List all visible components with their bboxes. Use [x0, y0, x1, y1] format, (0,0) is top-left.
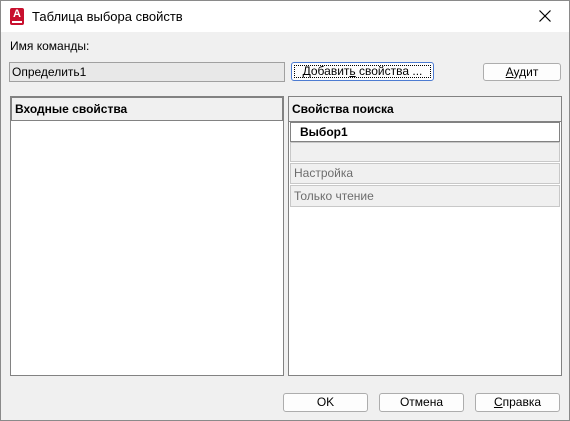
dialog-window: A Таблица выбора свойств Имя команды: Оп… — [0, 0, 570, 421]
input-properties-panel[interactable]: Входные свойства — [10, 96, 284, 376]
lookup-row-setting[interactable]: Настройка — [290, 163, 560, 184]
close-icon — [539, 10, 551, 22]
window-title: Таблица выбора свойств — [32, 9, 183, 24]
input-properties-header: Входные свойства — [11, 97, 283, 121]
autocad-app-icon: A — [10, 8, 24, 25]
lookup-row-selection[interactable]: Выбор1 — [290, 122, 560, 142]
add-properties-button[interactable]: Добавить свойства ... — [291, 62, 434, 81]
cancel-button[interactable]: Отмена — [379, 393, 464, 412]
help-button[interactable]: Справка — [475, 393, 560, 412]
lookup-row-empty[interactable] — [290, 142, 560, 162]
close-button[interactable] — [523, 1, 569, 32]
command-name-field[interactable]: Определить1 — [9, 62, 285, 82]
ok-button[interactable]: OK — [283, 393, 368, 412]
title-bar: A Таблица выбора свойств — [1, 1, 569, 32]
lookup-properties-panel[interactable]: Свойства поиска Выбор1 Настройка Только … — [288, 96, 562, 376]
lookup-row-readonly[interactable]: Только чтение — [290, 185, 560, 207]
lookup-properties-header: Свойства поиска — [289, 97, 561, 122]
audit-button[interactable]: Аудит — [483, 63, 561, 81]
command-name-label: Имя команды: — [10, 39, 90, 53]
